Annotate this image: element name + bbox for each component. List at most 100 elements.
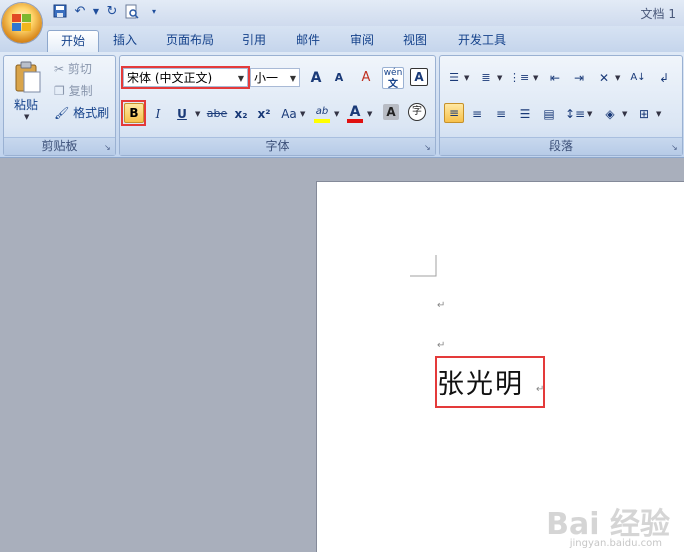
grow-font-icon: A — [310, 70, 322, 86]
tab-developer[interactable]: 开发工具 — [449, 30, 515, 52]
cut-button[interactable]: ✂ 剪切 — [54, 60, 92, 77]
shading-button[interactable]: ◈ — [600, 104, 620, 124]
character-shading-icon: A — [386, 105, 396, 119]
font-size-dropdown[interactable]: 小一 ▼ — [250, 68, 300, 87]
decrease-indent-button[interactable]: ⇤ — [545, 68, 565, 88]
font-size-arrow-icon: ▼ — [289, 74, 296, 83]
character-border-button[interactable]: A — [410, 68, 428, 86]
tab-insert[interactable]: 插入 — [104, 30, 146, 52]
character-border-icon: A — [414, 70, 424, 84]
paste-dropdown-icon[interactable]: ▼ — [24, 113, 29, 121]
bullets-icon: ☰ — [449, 71, 459, 84]
baidu-watermark-url: jingyan.baidu.com — [569, 538, 662, 549]
text-highlight-box — [435, 356, 545, 408]
copy-label: 复制 — [68, 84, 93, 98]
numbering-button[interactable]: ≣ — [476, 68, 496, 88]
copy-icon: ❐ — [54, 84, 65, 98]
format-painter-button[interactable]: 🖌 格式刷 — [54, 104, 109, 121]
underline-dropdown-icon[interactable]: ▼ — [195, 110, 200, 118]
font-launcher-icon[interactable]: ↘ — [424, 144, 432, 152]
align-center-icon: ≡ — [471, 107, 483, 121]
highlight-dropdown-icon[interactable]: ▼ — [334, 110, 339, 118]
superscript-button[interactable]: x² — [254, 104, 274, 124]
margin-corner-mark — [410, 255, 437, 277]
qat-customize-icon[interactable]: ▾ — [146, 4, 162, 20]
phonetic-guide-button[interactable]: wén 文 — [382, 67, 404, 90]
redo-icon[interactable]: ↻ — [104, 4, 120, 20]
font-color-icon: A — [349, 104, 361, 120]
bullets-dropdown-icon[interactable]: ▼ — [464, 74, 469, 82]
document-title: 文档 1 — [640, 7, 676, 21]
chinese-layout-button[interactable]: ✕ — [594, 68, 614, 88]
clear-formatting-button[interactable]: A — [356, 68, 376, 88]
grow-font-button[interactable]: A — [306, 68, 326, 88]
change-case-dropdown-icon[interactable]: ▼ — [300, 110, 305, 118]
justify-button[interactable]: ☰ — [515, 104, 535, 124]
save-icon[interactable] — [52, 4, 68, 20]
character-shading-button[interactable]: A — [383, 104, 399, 120]
clipboard-group-label: 剪贴板 — [4, 137, 115, 155]
clipboard-launcher-icon[interactable]: ↘ — [104, 144, 112, 152]
font-color-dropdown-icon[interactable]: ▼ — [367, 110, 372, 118]
show-marks-button[interactable]: ↲ — [654, 68, 674, 88]
distributed-button[interactable]: ▤ — [539, 104, 559, 124]
tab-review[interactable]: 审阅 — [341, 30, 383, 52]
increase-indent-button[interactable]: ⇥ — [569, 68, 589, 88]
justify-icon: ☰ — [519, 107, 531, 121]
paragraph-mark-icon: ↲ — [658, 71, 670, 85]
bullets-button[interactable]: ☰ — [444, 68, 464, 88]
align-left-button[interactable]: ≡ — [444, 103, 464, 123]
tab-home[interactable]: 开始 — [47, 30, 99, 53]
tab-references[interactable]: 引用 — [232, 30, 276, 52]
highlight-button[interactable]: ab — [312, 102, 332, 123]
numbering-dropdown-icon[interactable]: ▼ — [497, 74, 502, 82]
line-spacing-button[interactable]: ↕≡ — [565, 104, 585, 124]
paste-button[interactable]: 粘贴 ▼ — [10, 58, 46, 128]
shrink-font-button[interactable]: A — [329, 68, 349, 88]
undo-dropdown-icon[interactable]: ▼ — [88, 4, 104, 20]
increase-indent-icon: ⇥ — [573, 71, 585, 85]
office-button[interactable] — [2, 3, 42, 43]
chinese-layout-dropdown-icon[interactable]: ▼ — [615, 74, 620, 82]
align-right-icon: ≡ — [495, 107, 507, 121]
font-color-swatch — [347, 119, 363, 123]
borders-icon: ⊞ — [638, 107, 650, 121]
font-name-highlight — [121, 66, 250, 89]
line-spacing-dropdown-icon[interactable]: ▼ — [587, 110, 592, 118]
multilevel-dropdown-icon[interactable]: ▼ — [533, 74, 538, 82]
borders-button[interactable]: ⊞ — [634, 104, 654, 124]
strikethrough-button[interactable]: abe — [205, 104, 229, 124]
subscript-button[interactable]: x₂ — [231, 104, 251, 124]
change-case-button[interactable]: Aa — [278, 104, 300, 124]
enclose-characters-icon: 字 — [412, 106, 422, 117]
underline-button[interactable]: U — [172, 104, 192, 124]
phonetic-guide-icon: wén — [383, 68, 403, 78]
italic-button[interactable]: I — [148, 104, 168, 124]
shading-dropdown-icon[interactable]: ▼ — [622, 110, 627, 118]
sort-button[interactable]: A↓ — [628, 68, 648, 88]
format-painter-icon: 🖌 — [54, 106, 70, 120]
align-right-button[interactable]: ≡ — [491, 104, 511, 124]
format-painter-label: 格式刷 — [73, 106, 110, 120]
font-color-button[interactable]: A — [345, 102, 365, 123]
highlight-color-swatch — [314, 119, 330, 123]
line-spacing-icon: ↕≡ — [565, 107, 586, 121]
highlighter-icon: ab — [315, 106, 329, 117]
shrink-font-icon: A — [334, 71, 344, 84]
bold-highlight — [121, 100, 146, 126]
multilevel-list-button[interactable]: ⋮≡ — [509, 68, 529, 88]
paragraph-mark: ↵ — [437, 340, 446, 351]
borders-dropdown-icon[interactable]: ▼ — [656, 110, 661, 118]
paste-label: 粘贴 — [14, 98, 39, 112]
tab-mailings[interactable]: 邮件 — [287, 30, 329, 52]
print-preview-icon[interactable] — [124, 4, 140, 20]
tab-view[interactable]: 视图 — [394, 30, 436, 52]
align-center-button[interactable]: ≡ — [467, 104, 487, 124]
copy-button[interactable]: ❐ 复制 — [54, 82, 93, 99]
tab-page-layout[interactable]: 页面布局 — [157, 30, 223, 52]
undo-icon[interactable]: ↶ — [72, 4, 88, 20]
scissors-icon: ✂ — [54, 62, 65, 76]
paragraph-launcher-icon[interactable]: ↘ — [671, 144, 679, 152]
numbering-icon: ≣ — [481, 71, 491, 84]
enclose-characters-button[interactable]: 字 — [408, 103, 426, 121]
